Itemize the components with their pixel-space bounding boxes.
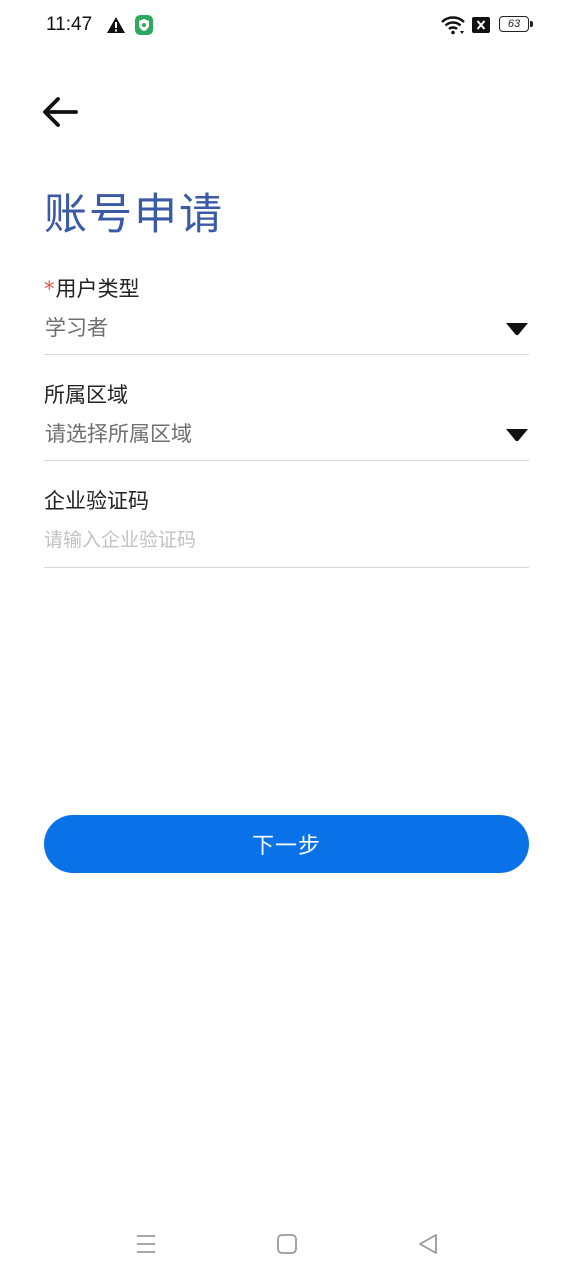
region-placeholder: 请选择所属区域	[45, 422, 192, 446]
status-bar: 11:47 63	[0, 0, 572, 52]
user-type-select[interactable]: 学习者	[44, 304, 529, 355]
enterprise-code-label: 企业验证码	[44, 489, 149, 513]
wifi-icon	[441, 16, 465, 35]
caret-down-icon[interactable]	[505, 322, 529, 336]
user-type-label-row: *用户类型	[44, 274, 529, 304]
user-type-value: 学习者	[45, 316, 108, 340]
system-nav-bar	[0, 1222, 572, 1268]
battery-level: 63	[499, 16, 529, 32]
enterprise-code-field: 企业验证码	[44, 486, 529, 568]
next-step-button[interactable]: 下一步	[44, 815, 529, 873]
user-type-label: 用户类型	[55, 277, 140, 301]
back-button[interactable]	[40, 92, 82, 132]
user-type-field: *用户类型 学习者	[44, 274, 529, 355]
region-label: 所属区域	[44, 383, 128, 407]
warning-icon	[107, 17, 125, 33]
shield-icon	[135, 15, 153, 35]
menu-icon[interactable]	[134, 1232, 158, 1256]
page-title: 账号申请	[44, 190, 224, 240]
required-mark: *	[44, 277, 55, 301]
battery-icon: 63	[499, 16, 535, 34]
home-square-icon[interactable]	[275, 1232, 299, 1256]
enterprise-code-input[interactable]	[44, 520, 484, 560]
region-field: 所属区域 请选择所属区域	[44, 380, 529, 461]
arrow-left-icon	[43, 97, 78, 127]
enterprise-code-row	[44, 516, 529, 568]
status-time: 11:47	[46, 14, 93, 35]
account-application-screen: 11:47 63 账号申请 *用户类型 学习者 所属区域 请选择所属区域 企业验…	[0, 0, 572, 1280]
sim-off-icon	[472, 17, 490, 33]
caret-down-icon[interactable]	[505, 428, 529, 442]
region-select[interactable]: 请选择所属区域	[44, 410, 529, 461]
back-triangle-icon[interactable]	[416, 1232, 440, 1256]
